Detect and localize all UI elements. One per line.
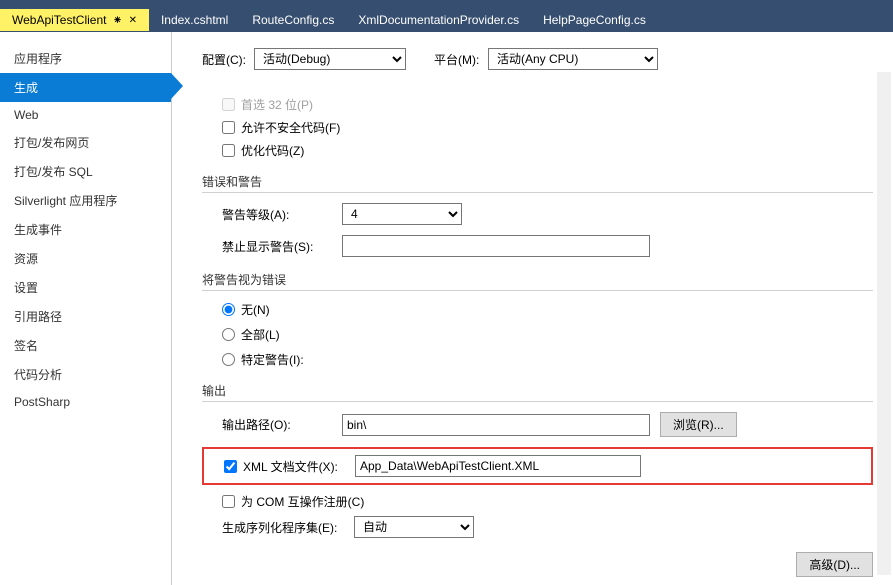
treat-all-label: 全部(L) bbox=[241, 326, 280, 343]
platform-select[interactable]: 活动(Any CPU) bbox=[488, 48, 658, 70]
config-label: 配置(C): bbox=[202, 51, 254, 68]
sidebar-item-codeanalysis[interactable]: 代码分析 bbox=[0, 360, 171, 389]
warnlevel-label: 警告等级(A): bbox=[222, 206, 342, 223]
property-sidebar: 应用程序 生成 Web 打包/发布网页 打包/发布 SQL Silverligh… bbox=[0, 32, 172, 585]
tab-index-cshtml[interactable]: Index.cshtml bbox=[149, 9, 240, 31]
com-label: 为 COM 互操作注册(C) bbox=[241, 493, 364, 510]
tab-webapitestclient[interactable]: WebApiTestClient ⁕ ✕ bbox=[0, 9, 149, 31]
tab-label: HelpPageConfig.cs bbox=[543, 13, 646, 27]
prefer32-checkbox bbox=[222, 98, 235, 111]
tab-label: RouteConfig.cs bbox=[252, 13, 334, 27]
sidebar-item-signing[interactable]: 签名 bbox=[0, 331, 171, 360]
browse-button[interactable]: 浏览(R)... bbox=[660, 412, 737, 437]
unsafe-checkbox[interactable] bbox=[222, 121, 235, 134]
xml-doc-highlight: XML 文档文件(X): bbox=[202, 447, 873, 485]
close-icon[interactable]: ✕ bbox=[129, 15, 137, 26]
xmldoc-checkbox[interactable] bbox=[224, 460, 237, 473]
suppress-input[interactable] bbox=[342, 235, 650, 257]
xmldoc-input[interactable] bbox=[355, 455, 641, 477]
sidebar-item-package-web[interactable]: 打包/发布网页 bbox=[0, 128, 171, 157]
xmldoc-label: XML 文档文件(X): bbox=[243, 458, 349, 475]
unsafe-label: 允许不安全代码(F) bbox=[241, 119, 340, 136]
optimize-label: 优化代码(Z) bbox=[241, 142, 304, 159]
com-checkbox[interactable] bbox=[222, 495, 235, 508]
prefer32-label: 首选 32 位(P) bbox=[241, 96, 313, 113]
sidebar-item-build[interactable]: 生成 bbox=[0, 73, 171, 102]
serial-select[interactable]: 自动 bbox=[354, 516, 474, 538]
tab-xmldocprovider[interactable]: XmlDocumentationProvider.cs bbox=[346, 9, 531, 31]
warnlevel-select[interactable]: 4 bbox=[342, 203, 462, 225]
tab-routeconfig[interactable]: RouteConfig.cs bbox=[240, 9, 346, 31]
tab-label: WebApiTestClient bbox=[12, 13, 107, 27]
outpath-label: 输出路径(O): bbox=[222, 416, 342, 433]
sidebar-item-package-sql[interactable]: 打包/发布 SQL bbox=[0, 157, 171, 186]
sidebar-item-app[interactable]: 应用程序 bbox=[0, 44, 171, 73]
treat-none-radio[interactable] bbox=[222, 303, 235, 316]
treat-section-title: 将警告视为错误 bbox=[202, 271, 873, 291]
treat-none-label: 无(N) bbox=[241, 301, 270, 318]
outpath-input[interactable] bbox=[342, 414, 650, 436]
content-pane: 配置(C): 活动(Debug) 平台(M): 活动(Any CPU) 首选 3… bbox=[172, 32, 893, 585]
title-bar-strip bbox=[0, 0, 893, 8]
sidebar-item-web[interactable]: Web bbox=[0, 102, 171, 128]
document-tabs: WebApiTestClient ⁕ ✕ Index.cshtml RouteC… bbox=[0, 8, 893, 32]
tab-label: Index.cshtml bbox=[161, 13, 228, 27]
output-section-title: 输出 bbox=[202, 382, 873, 402]
sidebar-item-resources[interactable]: 资源 bbox=[0, 244, 171, 273]
errors-section-title: 错误和警告 bbox=[202, 173, 873, 193]
sidebar-item-build-events[interactable]: 生成事件 bbox=[0, 215, 171, 244]
platform-label: 平台(M): bbox=[434, 51, 488, 68]
config-select[interactable]: 活动(Debug) bbox=[254, 48, 406, 70]
suppress-label: 禁止显示警告(S): bbox=[222, 238, 342, 255]
treat-all-radio[interactable] bbox=[222, 328, 235, 341]
sidebar-item-settings[interactable]: 设置 bbox=[0, 273, 171, 302]
optimize-checkbox[interactable] bbox=[222, 144, 235, 157]
treat-specific-radio[interactable] bbox=[222, 353, 235, 366]
tab-label: XmlDocumentationProvider.cs bbox=[358, 13, 519, 27]
advanced-button[interactable]: 高级(D)... bbox=[796, 552, 873, 577]
sidebar-item-refpaths[interactable]: 引用路径 bbox=[0, 302, 171, 331]
pin-icon[interactable]: ⁕ bbox=[113, 13, 123, 27]
vertical-scrollbar[interactable] bbox=[877, 72, 891, 575]
tab-helppageconfig[interactable]: HelpPageConfig.cs bbox=[531, 9, 658, 31]
serial-label: 生成序列化程序集(E): bbox=[222, 519, 354, 536]
sidebar-item-postsharp[interactable]: PostSharp bbox=[0, 389, 171, 415]
sidebar-item-silverlight[interactable]: Silverlight 应用程序 bbox=[0, 186, 171, 215]
treat-specific-label: 特定警告(I): bbox=[241, 351, 304, 368]
